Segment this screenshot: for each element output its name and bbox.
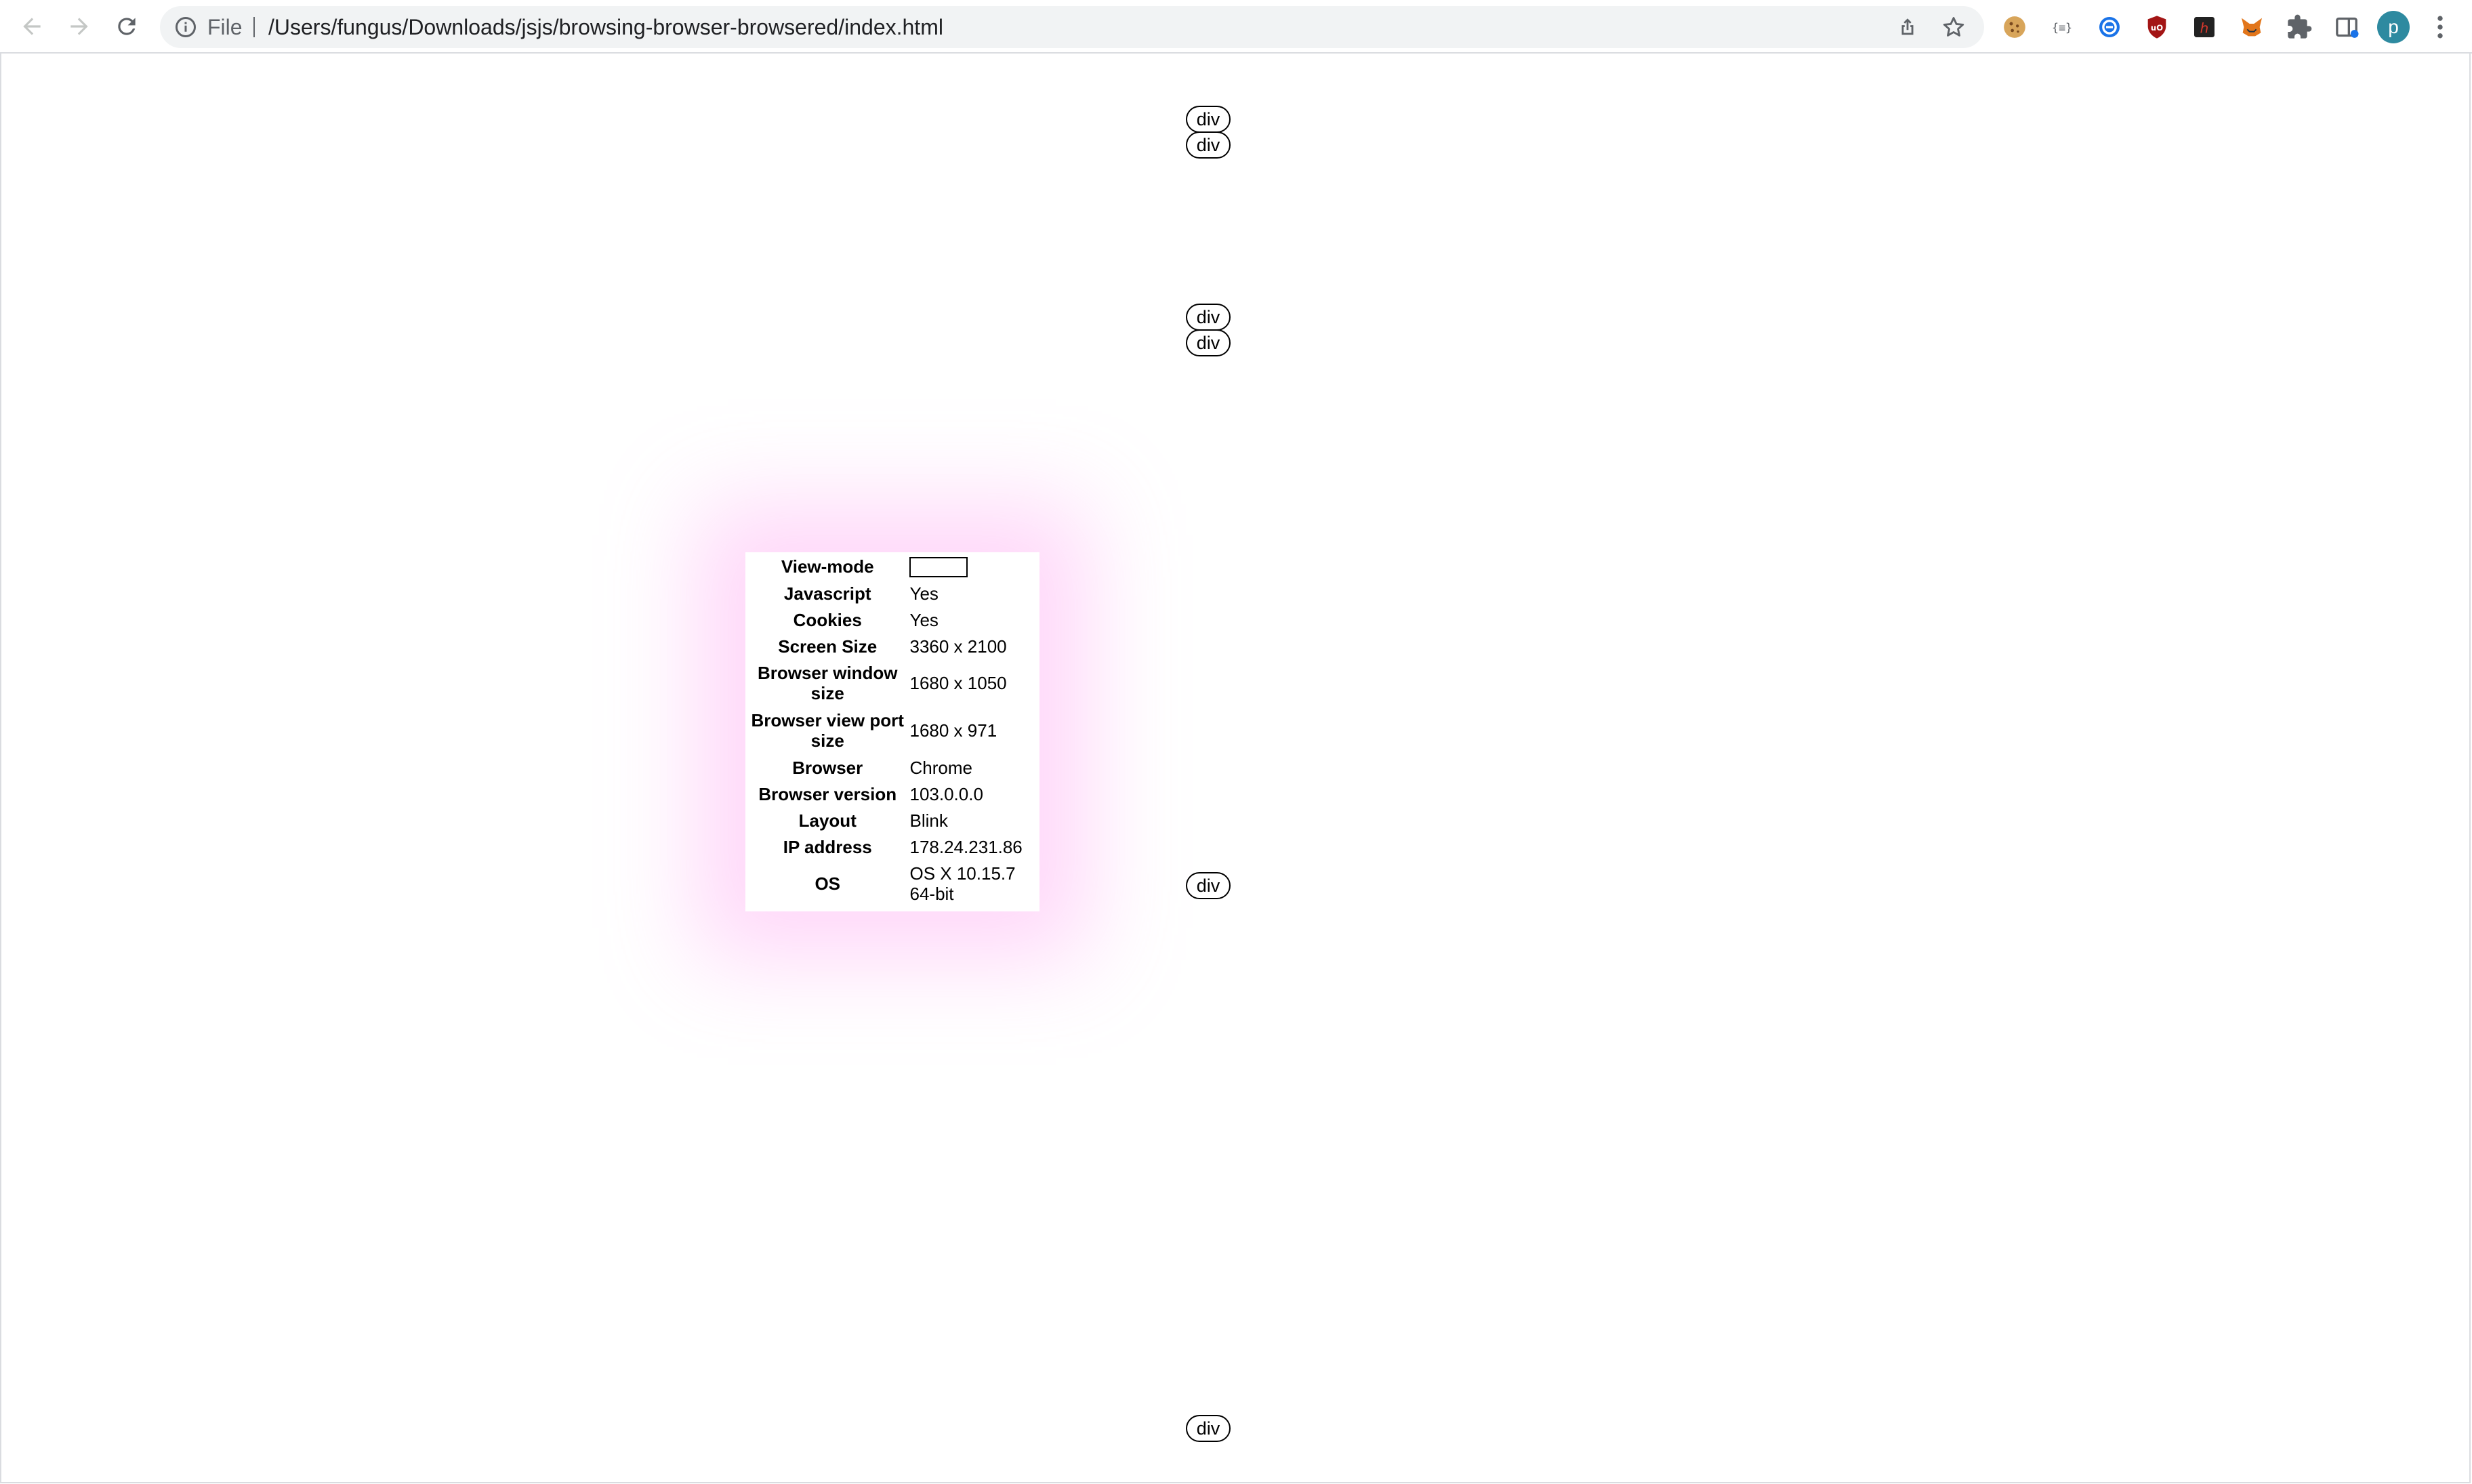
- row-label: Browser window size: [757, 663, 898, 704]
- cookie-extension-icon[interactable]: [2001, 14, 2028, 41]
- reload-button[interactable]: [111, 11, 142, 42]
- browser-toolbar: File /Users/fungus/Downloads/jsjs/browsi…: [0, 0, 2472, 54]
- shield-icon: uO: [2147, 16, 2166, 39]
- row-label: View-mode: [781, 556, 874, 577]
- div-pill[interactable]: div: [1186, 1415, 1231, 1442]
- row-value: 1680 x 971: [909, 720, 997, 741]
- json-extension-icon[interactable]: {≡}: [2048, 14, 2076, 41]
- svg-text:uO: uO: [2151, 23, 2163, 33]
- svg-text:{≡}: {≡}: [2052, 22, 2072, 35]
- h-icon: h: [2194, 17, 2214, 37]
- page-viewport: [0, 54, 2471, 1483]
- globe-icon: [2099, 17, 2120, 37]
- browser-info-table: View-mode Javascript Yes Cookies Yes Scr…: [747, 553, 1038, 908]
- row-value: [908, 553, 1034, 580]
- row-label: OS: [815, 873, 841, 894]
- ublock-extension-icon[interactable]: uO: [2143, 14, 2170, 41]
- row-value: 178.24.231.86: [909, 836, 1023, 857]
- row-value: 3360 x 2100: [909, 636, 1007, 657]
- div-pill[interactable]: div: [1186, 106, 1231, 133]
- row-label: Javascript: [783, 583, 871, 604]
- table-row: Browser view port size 1680 x 971: [751, 707, 1034, 754]
- profile-avatar[interactable]: p: [2377, 11, 2410, 43]
- view-mode-input[interactable]: [909, 557, 968, 578]
- more-menu-icon[interactable]: [2430, 12, 2450, 42]
- forward-button[interactable]: [64, 11, 95, 42]
- arrow-left-icon: [23, 18, 41, 35]
- metamask-extension-icon[interactable]: [2238, 14, 2265, 41]
- table-row: View-mode: [751, 553, 1034, 580]
- side-panel-button[interactable]: [2333, 14, 2360, 41]
- url-text[interactable]: /Users/fungus/Downloads/jsjs/browsing-br…: [268, 6, 943, 48]
- row-value: 1680 x 1050: [909, 673, 1007, 694]
- hypothesis-extension-icon[interactable]: h: [2191, 14, 2218, 41]
- row-value: Chrome: [909, 757, 972, 778]
- table-row: OS OS X 10.15.7 64-bit: [751, 860, 1034, 907]
- row-value: Blink: [909, 810, 948, 831]
- table-row: Cookies Yes: [751, 606, 1034, 633]
- star-icon[interactable]: [1941, 14, 1966, 40]
- row-label: Cookies: [793, 609, 862, 630]
- row-label: Browser view port size: [751, 710, 904, 751]
- puzzle-icon: [2288, 14, 2312, 39]
- globe-extension-icon[interactable]: [2096, 14, 2123, 41]
- arrow-right-icon: [70, 18, 88, 35]
- omnibox-separator: [253, 17, 255, 37]
- address-bar[interactable]: File /Users/fungus/Downloads/jsjs/browsi…: [160, 6, 1984, 48]
- table-row: Layout Blink: [751, 807, 1034, 833]
- svg-text:h: h: [2200, 20, 2209, 36]
- reload-icon: [118, 18, 136, 35]
- cookie-icon: [2004, 16, 2025, 38]
- fox-icon: [2242, 18, 2262, 37]
- div-pill[interactable]: div: [1186, 131, 1231, 159]
- div-pill[interactable]: div: [1186, 304, 1231, 331]
- table-row: Javascript Yes: [751, 580, 1034, 606]
- row-label: Browser: [792, 757, 863, 778]
- row-label: Screen Size: [778, 636, 878, 657]
- share-icon[interactable]: [1896, 16, 1919, 39]
- row-value: OS X 10.15.7 64-bit: [909, 863, 1016, 905]
- table-row: Browser Chrome: [751, 754, 1034, 781]
- extensions-button[interactable]: [2286, 14, 2313, 41]
- row-value: Yes: [909, 609, 939, 630]
- table-row: Screen Size 3360 x 2100: [751, 633, 1034, 659]
- scheme-label: File: [207, 15, 243, 39]
- table-row: IP address 178.24.231.86: [751, 833, 1034, 860]
- row-value: 103.0.0.0: [909, 783, 983, 804]
- table-row: Browser version 103.0.0.0: [751, 781, 1034, 807]
- info-icon[interactable]: [173, 15, 198, 39]
- table-row: Browser window size 1680 x 1050: [751, 659, 1034, 707]
- side-panel-icon: [2336, 17, 2359, 38]
- row-label: IP address: [783, 836, 872, 857]
- braces-icon: {≡}: [2052, 22, 2072, 35]
- back-button[interactable]: [16, 11, 47, 42]
- row-label: Layout: [798, 810, 857, 831]
- div-pill[interactable]: div: [1186, 329, 1231, 356]
- row-value: Yes: [909, 583, 939, 604]
- row-label: Browser version: [758, 783, 897, 804]
- div-pill[interactable]: div: [1186, 872, 1231, 899]
